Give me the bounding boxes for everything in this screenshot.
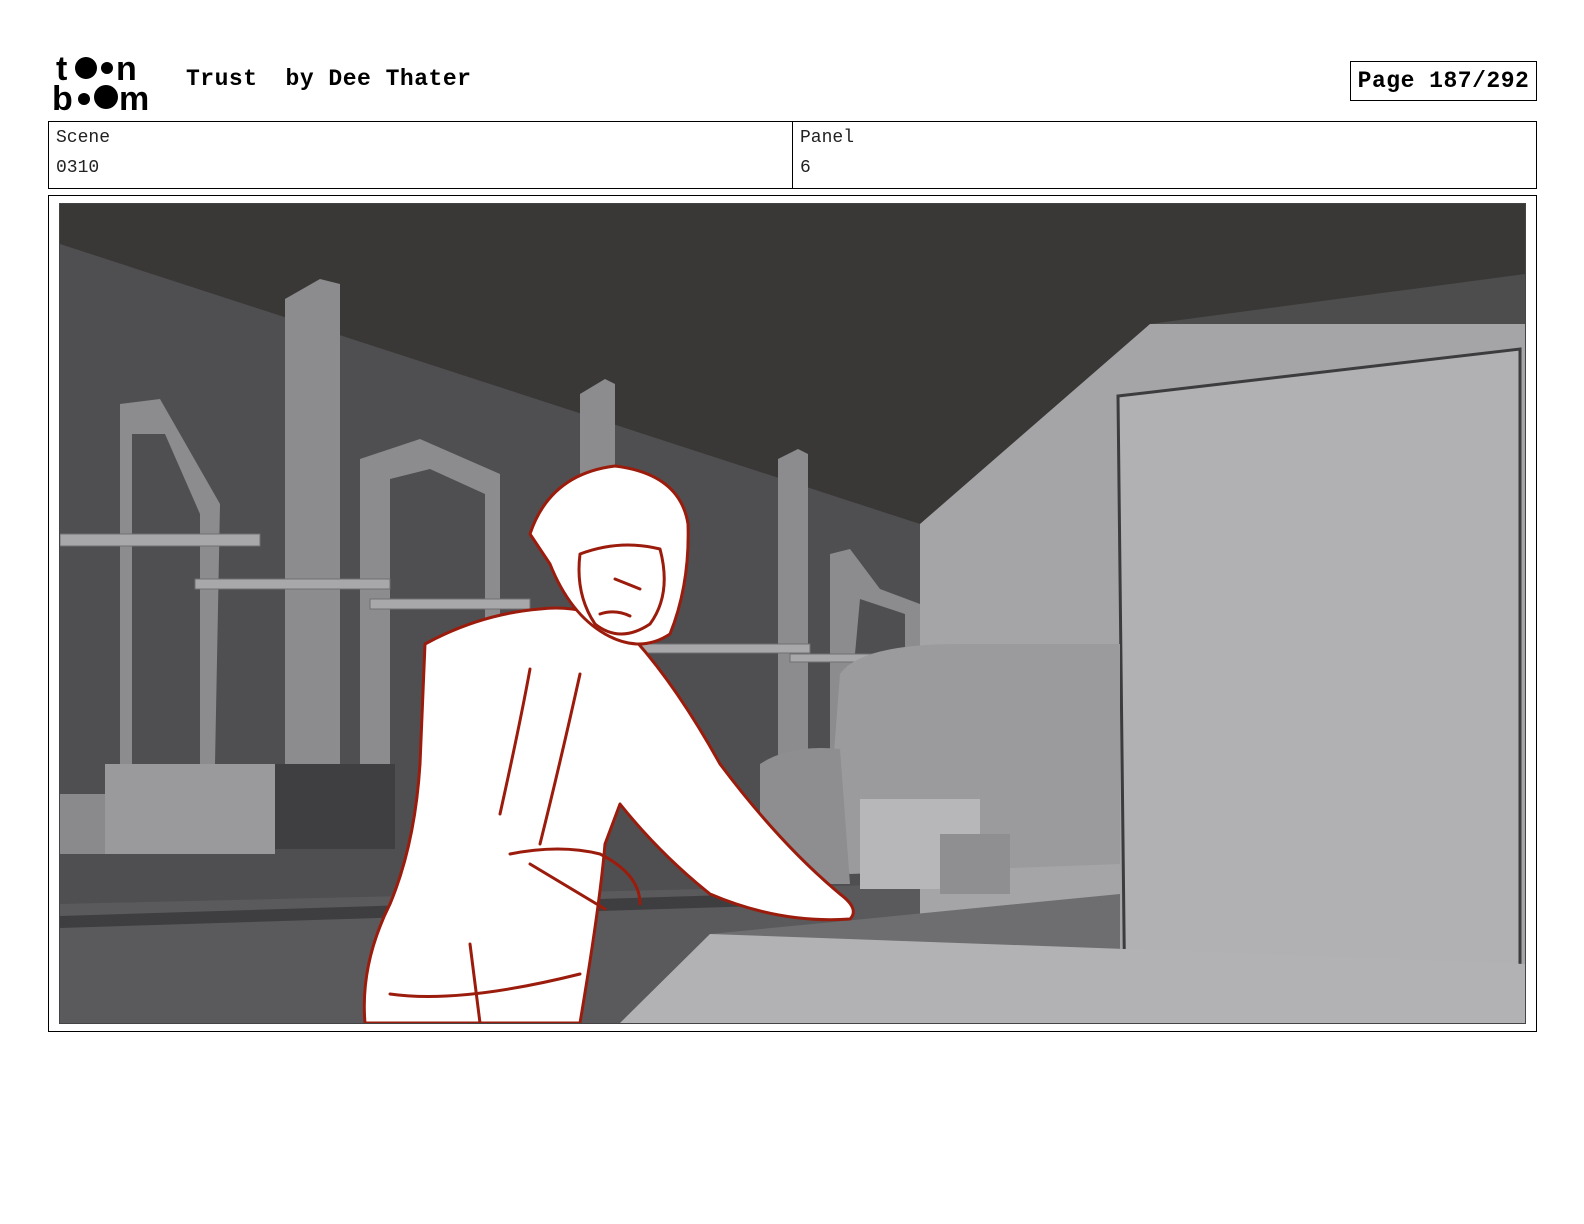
scene-panel-info: Scene 0310 Panel 6	[48, 121, 1537, 189]
svg-text:b: b	[52, 80, 73, 114]
scene-value: 0310	[56, 158, 100, 178]
panel-value: 6	[800, 158, 811, 178]
page-counter-text: Page 187/292	[1357, 68, 1530, 94]
storyboard-scene-illustration	[60, 204, 1525, 1023]
toon-boom-logo: t n b m	[50, 50, 166, 118]
panel-cell: Panel 6	[792, 122, 1536, 188]
toon-boom-logo-graphic: t n b m	[52, 50, 149, 118]
document-title: Trust by Dee Thater	[186, 66, 471, 92]
storyboard-panel-image	[59, 203, 1526, 1024]
svg-text:m: m	[119, 80, 149, 114]
panel-label: Panel	[800, 128, 855, 148]
author-credit: by Dee Thater	[285, 66, 472, 92]
project-title: Trust	[186, 66, 258, 92]
scene-label: Scene	[56, 128, 111, 148]
scene-cell: Scene 0310	[49, 122, 792, 188]
panel-frame	[48, 195, 1537, 1032]
page-counter: Page 187/292	[1350, 61, 1537, 101]
